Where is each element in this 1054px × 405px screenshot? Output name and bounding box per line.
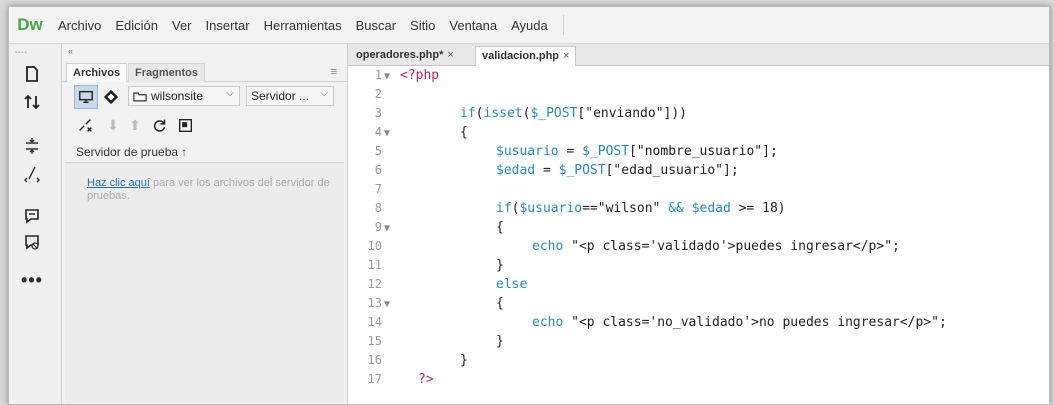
- dreamweaver-logo: Dw: [17, 15, 43, 34]
- tab-archivos[interactable]: Archivos: [66, 63, 128, 82]
- collapse-panel-icon[interactable]: «: [68, 46, 73, 56]
- menu-herramientas[interactable]: Herramientas: [257, 18, 349, 33]
- tab-label: operadores.php*: [356, 49, 444, 61]
- chevron-down-icon: ⌵: [226, 88, 234, 99]
- refresh-icon[interactable]: [148, 114, 170, 136]
- click-here-link[interactable]: Haz clic aquí: [87, 177, 150, 189]
- remove-comment-icon[interactable]: [17, 230, 47, 254]
- code-line: {: [496, 220, 504, 235]
- fold-toggle-icon[interactable]: ▼: [384, 128, 390, 139]
- expand-panel-icon[interactable]: [174, 114, 196, 136]
- line-number: 5▼: [374, 144, 382, 158]
- files-panel: « Archivos Fragmentos ≡ wilsonsite ⌵ Ser…: [62, 44, 348, 404]
- menu-ayuda[interactable]: Ayuda: [504, 18, 555, 33]
- line-number: 16▼: [367, 353, 382, 367]
- code-line: ?>: [418, 372, 434, 387]
- menu-ventana[interactable]: Ventana: [442, 18, 504, 33]
- fold-toggle-icon[interactable]: ▼: [384, 223, 390, 234]
- line-number: 8▼: [374, 201, 382, 215]
- line-number: 2▼: [374, 87, 382, 101]
- code-line: echo "<p class='validado'>puedes ingresa…: [532, 239, 900, 254]
- sort-arrow-icon: ↑: [181, 145, 188, 159]
- connect-icon[interactable]: [74, 85, 98, 109]
- code-line: }: [460, 353, 468, 368]
- menu-edicion[interactable]: Edición: [108, 18, 165, 33]
- line-number: 14▼: [367, 315, 382, 329]
- line-number: 7▼: [374, 182, 382, 196]
- comment-icon[interactable]: [17, 204, 47, 228]
- site-select[interactable]: wilsonsite ⌵: [128, 86, 240, 106]
- code-line: else: [496, 277, 528, 292]
- menu-buscar[interactable]: Buscar: [349, 18, 403, 33]
- menu-ver[interactable]: Ver: [165, 18, 199, 33]
- disconnect-icon[interactable]: [74, 114, 96, 136]
- folder-icon: [133, 91, 147, 101]
- line-number: 1 ▼: [374, 68, 390, 82]
- line-number: 10▼: [367, 239, 382, 253]
- line-number: 13 ▼: [367, 296, 390, 310]
- more-options-icon[interactable]: •••: [17, 268, 47, 292]
- testing-server-label[interactable]: Servidor de prueba ↑: [76, 145, 187, 159]
- menu-bar: Dw Archivo Edición Ver Insertar Herramie…: [9, 7, 1049, 44]
- expand-collapse-icon[interactable]: [17, 134, 47, 158]
- code-line: {: [496, 296, 504, 311]
- empty-hint: Haz clic aquí para ver los archivos del …: [87, 177, 339, 203]
- fold-toggle-icon[interactable]: ▼: [384, 71, 390, 82]
- fold-toggle-icon[interactable]: ▼: [384, 299, 390, 310]
- code-line: $usuario = $_POST["nombre_usuario"];: [496, 144, 778, 159]
- toolbar-grip[interactable]: ▪▪▪▪: [15, 50, 28, 56]
- line-number: 3▼: [374, 106, 382, 120]
- menu-divider: [562, 15, 564, 35]
- code-line: <?php: [400, 68, 440, 83]
- line-number: 4 ▼: [374, 125, 390, 139]
- chevron-down-icon: ⌵: [320, 88, 328, 99]
- server-label-text: Servidor de prueba: [76, 145, 179, 159]
- files-actions: ⬇ ⬆: [62, 114, 347, 138]
- put-files-icon[interactable]: ⬆: [124, 114, 146, 136]
- code-editor[interactable]: 1▼ 2▼ 3▼ 4▼ 5▼ 6▼ 7▼ 8▼ 9▼ 10▼ 11▼ 12▼ 1…: [348, 66, 1049, 404]
- document-toolbar: ▪▪▪▪ •••: [9, 44, 62, 404]
- code-line: $edad = $_POST["edad_usuario"];: [496, 163, 739, 178]
- code-line: }: [496, 258, 504, 273]
- code-line: echo "<p class='no_validado'>no puedes i…: [532, 315, 947, 330]
- tab-label: validacion.php: [482, 50, 560, 62]
- close-icon[interactable]: ×: [563, 50, 569, 62]
- site-name: wilsonsite: [151, 89, 204, 103]
- line-number: 9 ▼: [374, 220, 390, 234]
- code-format-icon[interactable]: [17, 162, 47, 186]
- menu-sitio[interactable]: Sitio: [403, 18, 442, 33]
- panel-tabs: Archivos Fragmentos ≡: [62, 63, 347, 82]
- tab-validacion[interactable]: validacion.php ×: [475, 46, 577, 67]
- tab-operadores[interactable]: operadores.php* ×: [350, 46, 460, 65]
- line-number: 6▼: [374, 163, 382, 177]
- server-select[interactable]: Servidor ... ⌵: [246, 86, 334, 106]
- new-document-icon[interactable]: [17, 62, 47, 86]
- files-toolbar: wilsonsite ⌵ Servidor ... ⌵: [62, 84, 347, 110]
- menu-archivo[interactable]: Archivo: [51, 18, 108, 33]
- server-option: Servidor ...: [251, 89, 310, 103]
- line-number: 12▼: [367, 277, 382, 291]
- close-icon[interactable]: ×: [447, 49, 453, 61]
- get-files-icon[interactable]: ⬇: [102, 114, 124, 136]
- app-window: Dw Archivo Edición Ver Insertar Herramie…: [8, 6, 1050, 405]
- file-transfer-icon[interactable]: [17, 90, 47, 114]
- files-list: Haz clic aquí para ver los archivos del …: [65, 162, 344, 403]
- line-number: 11▼: [367, 258, 382, 272]
- panel-menu-icon[interactable]: ≡: [331, 66, 337, 78]
- code-line: }: [496, 334, 504, 349]
- sync-diamond-icon[interactable]: [100, 86, 122, 108]
- tab-fragmentos[interactable]: Fragmentos: [128, 63, 205, 82]
- document-tabs: operadores.php* × validacion.php ×: [348, 44, 1049, 67]
- code-line: if($usuario=="wilson" && $edad >= 18): [496, 201, 786, 216]
- menu-insertar[interactable]: Insertar: [199, 18, 257, 33]
- code-line: {: [460, 125, 468, 140]
- code-line: if(isset($_POST["enviando"])): [460, 106, 687, 121]
- line-number: 17▼: [367, 372, 382, 386]
- line-number: 15▼: [367, 334, 382, 348]
